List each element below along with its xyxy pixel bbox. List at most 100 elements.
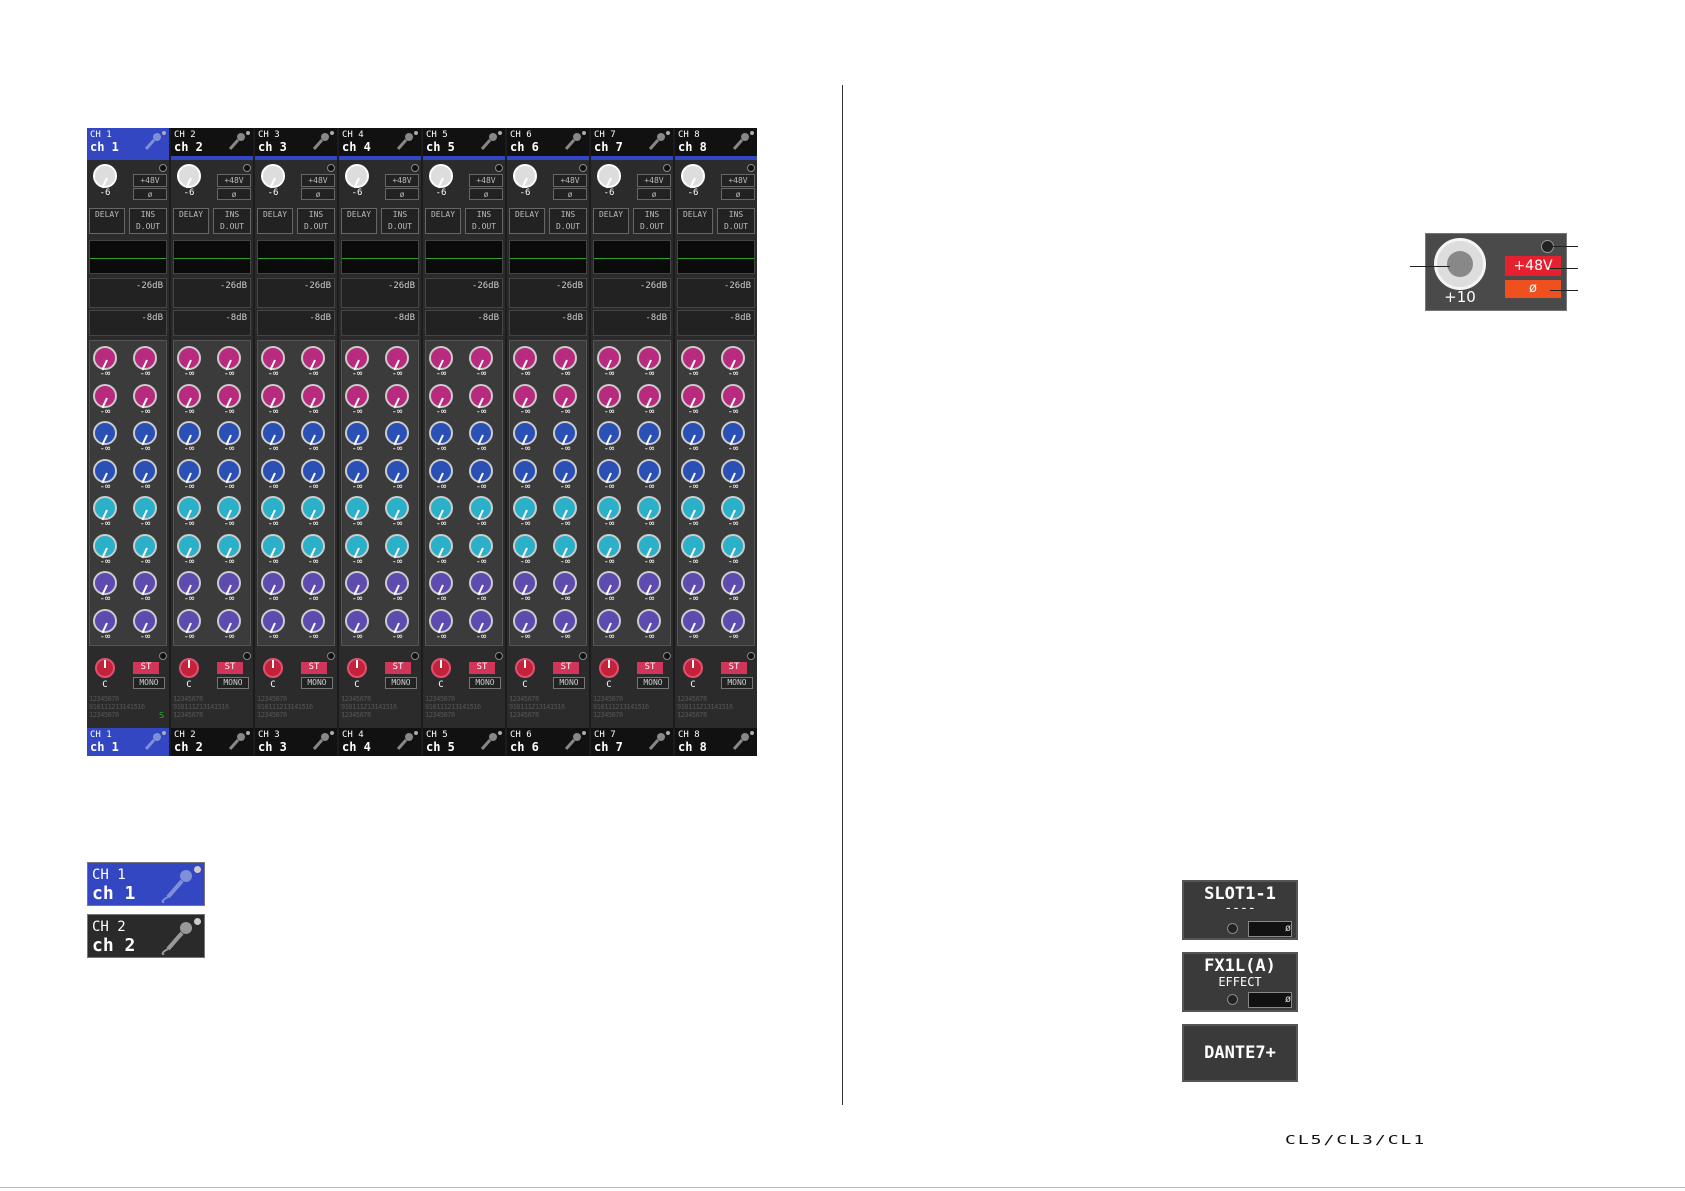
send-level-knob[interactable] (177, 458, 201, 483)
channel-footer[interactable]: CH 2 ch 2 (171, 728, 253, 756)
send-level-knob[interactable] (301, 496, 325, 520)
comp-meter[interactable]: -8dB (509, 310, 587, 336)
channel-footer[interactable]: CH 5 ch 5 (423, 728, 505, 756)
eq-graph[interactable] (341, 240, 419, 274)
send-level-knob[interactable] (385, 571, 409, 595)
pan-knob[interactable] (347, 658, 367, 678)
channel-header[interactable]: CH 3 ch 3 (255, 128, 337, 156)
send-level-knob[interactable] (513, 571, 537, 595)
send-level-knob[interactable] (721, 458, 745, 483)
send-level-knob[interactable] (513, 608, 537, 633)
send-level-knob[interactable] (637, 346, 661, 370)
phantom-button[interactable]: +48V (553, 174, 587, 187)
ins-dout-button[interactable]: INS D.OUT (717, 208, 755, 234)
ins-dout-button[interactable]: INS D.OUT (213, 208, 251, 234)
send-level-knob[interactable] (513, 533, 537, 558)
mono-button[interactable]: MONO (469, 677, 501, 689)
send-level-knob[interactable] (429, 346, 453, 370)
phantom-button[interactable]: +48V (469, 174, 503, 187)
channel-footer[interactable]: CH 1 ch 1 (87, 728, 169, 756)
gain-knob[interactable] (429, 164, 453, 188)
bus-assign-indicator[interactable]: 12345678 910111213141516 12345678 (593, 695, 671, 719)
mono-button[interactable]: MONO (721, 677, 753, 689)
send-level-knob[interactable] (681, 608, 705, 633)
send-level-knob[interactable] (385, 496, 409, 520)
comp-meter[interactable]: -8dB (89, 310, 167, 336)
st-button[interactable]: ST (637, 662, 663, 674)
bus-assign-indicator[interactable]: 12345678 910111213141516 12345678 (89, 695, 167, 719)
send-level-knob[interactable] (429, 496, 453, 520)
eq-graph[interactable] (257, 240, 335, 274)
pan-knob[interactable] (431, 658, 451, 678)
comp-meter[interactable]: -8dB (677, 310, 755, 336)
send-level-knob[interactable] (429, 571, 453, 595)
send-level-knob[interactable] (345, 346, 369, 370)
send-level-knob[interactable] (513, 496, 537, 520)
gate-meter[interactable]: -26dB (341, 278, 419, 308)
send-level-knob[interactable] (217, 533, 241, 558)
phantom-button[interactable]: +48V (721, 174, 755, 187)
send-level-knob[interactable] (345, 383, 369, 408)
gate-meter[interactable]: -26dB (257, 278, 335, 308)
send-level-knob[interactable] (261, 458, 285, 483)
send-level-knob[interactable] (429, 608, 453, 633)
channel-footer[interactable]: CH 6 ch 6 (507, 728, 589, 756)
send-level-knob[interactable] (301, 346, 325, 370)
mono-button[interactable]: MONO (385, 677, 417, 689)
send-level-knob[interactable] (133, 383, 157, 408)
bus-assign-indicator[interactable]: 12345678 910111213141516 12345678 (509, 695, 587, 719)
patch-button-dante[interactable]: DANTE7+ (1182, 1024, 1298, 1082)
send-level-knob[interactable] (469, 383, 493, 408)
bus-assign-indicator[interactable]: 12345678 910111213141516 12345678 (425, 695, 503, 719)
delay-button[interactable]: DELAY (89, 208, 125, 234)
send-level-knob[interactable] (429, 421, 453, 445)
pan-knob[interactable] (683, 658, 703, 678)
delay-button[interactable]: DELAY (173, 208, 209, 234)
send-level-knob[interactable] (261, 608, 285, 633)
st-button[interactable]: ST (721, 662, 747, 674)
send-level-knob[interactable] (597, 346, 621, 370)
send-level-knob[interactable] (721, 571, 745, 595)
send-level-knob[interactable] (217, 421, 241, 445)
phase-button[interactable]: ø (1505, 280, 1561, 298)
send-level-knob[interactable] (469, 571, 493, 595)
send-level-knob[interactable] (177, 571, 201, 595)
send-level-knob[interactable] (429, 458, 453, 483)
send-level-knob[interactable] (385, 608, 409, 633)
gain-knob[interactable] (345, 164, 369, 188)
st-button[interactable]: ST (217, 662, 243, 674)
send-level-knob[interactable] (469, 496, 493, 520)
ins-dout-button[interactable]: INS D.OUT (465, 208, 503, 234)
eq-graph[interactable] (677, 240, 755, 274)
send-level-knob[interactable] (133, 608, 157, 633)
send-level-knob[interactable] (301, 571, 325, 595)
send-level-knob[interactable] (345, 571, 369, 595)
ins-dout-button[interactable]: INS D.OUT (549, 208, 587, 234)
send-level-knob[interactable] (133, 571, 157, 595)
pan-knob[interactable] (179, 658, 199, 678)
send-level-knob[interactable] (385, 421, 409, 445)
send-level-knob[interactable] (133, 496, 157, 520)
send-level-knob[interactable] (301, 421, 325, 445)
send-level-knob[interactable] (681, 496, 705, 520)
send-level-knob[interactable] (217, 496, 241, 520)
send-level-knob[interactable] (261, 421, 285, 445)
ins-dout-button[interactable]: INS D.OUT (381, 208, 419, 234)
send-level-knob[interactable] (469, 533, 493, 558)
send-level-knob[interactable] (177, 346, 201, 370)
pan-knob[interactable] (95, 658, 115, 678)
send-level-knob[interactable] (469, 346, 493, 370)
mono-button[interactable]: MONO (133, 677, 165, 689)
pan-knob[interactable] (599, 658, 619, 678)
gate-meter[interactable]: -26dB (89, 278, 167, 308)
gain-knob[interactable] (177, 164, 201, 188)
send-level-knob[interactable] (177, 383, 201, 408)
send-level-knob[interactable] (385, 533, 409, 558)
send-level-knob[interactable] (637, 533, 661, 558)
send-level-knob[interactable] (513, 383, 537, 408)
send-level-knob[interactable] (93, 496, 117, 520)
send-level-knob[interactable] (469, 458, 493, 483)
mono-button[interactable]: MONO (553, 677, 585, 689)
send-level-knob[interactable] (133, 458, 157, 483)
st-button[interactable]: ST (133, 662, 159, 674)
